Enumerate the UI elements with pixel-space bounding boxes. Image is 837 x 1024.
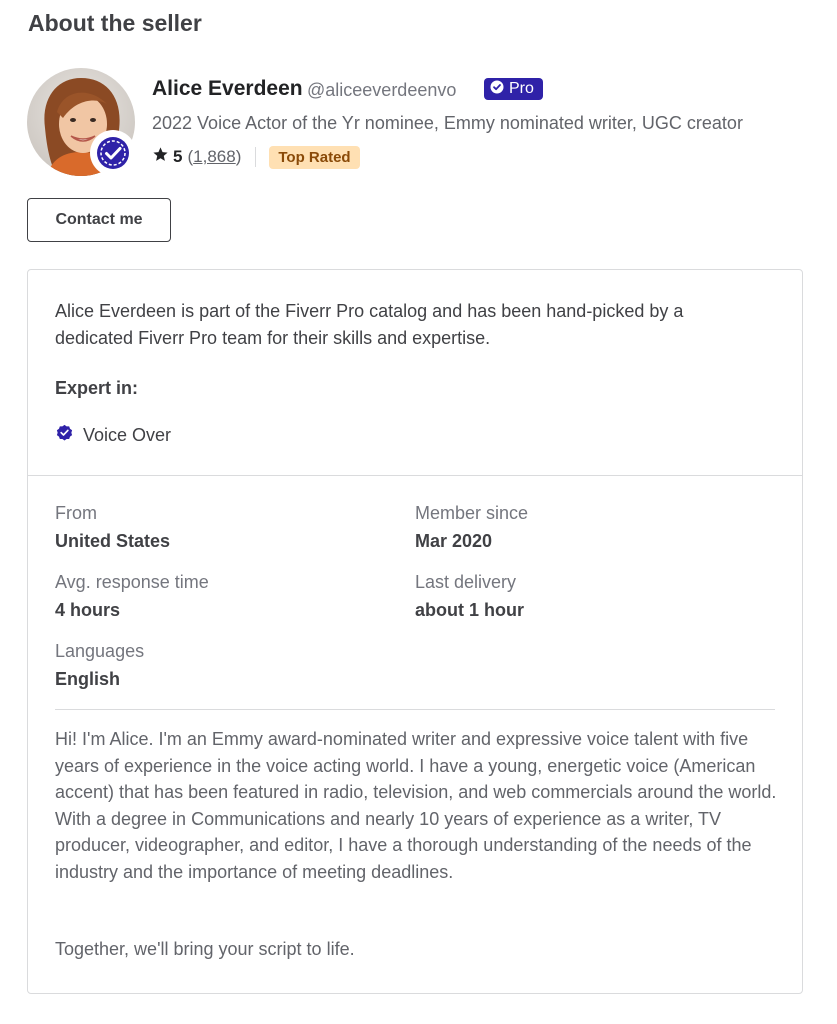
stat-member-label: Member since [415, 503, 529, 523]
seller-handle: @aliceeverdeenvo [307, 80, 457, 100]
seller-tagline: 2022 Voice Actor of the Yr nominee, Emmy… [152, 113, 743, 133]
stat-member-value: Mar 2020 [415, 531, 493, 551]
stat-languages: Languages English [55, 640, 144, 690]
review-count[interactable]: 1,868 [193, 147, 236, 166]
pro-intro-text: Alice Everdeen is part of the Fiverr Pro… [55, 301, 684, 348]
stat-response-time: Avg. response time 4 hours [55, 571, 209, 621]
card-divider [28, 475, 802, 476]
seller-name[interactable]: Alice Everdeen [152, 77, 303, 101]
pro-label: Pro [509, 80, 534, 97]
verified-check-icon [90, 130, 136, 176]
top-rated-badge: Top Rated [269, 145, 360, 169]
stat-last-delivery: Last delivery about 1 hour [415, 571, 524, 621]
stat-from: From United States [55, 502, 170, 552]
stat-delivery-value: about 1 hour [415, 600, 524, 620]
stat-from-label: From [55, 503, 97, 523]
rating-divider [255, 147, 257, 167]
seller-details-card: Alice Everdeen is part of the Fiverr Pro… [27, 269, 803, 994]
stat-languages-value: English [55, 669, 121, 689]
stat-languages-label: Languages [55, 641, 145, 661]
skill-label: Voice Over [83, 424, 172, 445]
stat-from-value: United States [55, 531, 171, 551]
seller-bio: Hi! I'm Alice. I'm an Emmy award-nominat… [55, 729, 777, 882]
stat-delivery-label: Last delivery [415, 572, 517, 592]
bio-divider [55, 709, 775, 710]
stat-response-label: Avg. response time [55, 572, 209, 592]
contact-me-button[interactable]: Contact me [27, 198, 171, 242]
verified-skill-icon [55, 423, 74, 447]
review-count-link[interactable]: (1,868) [187, 147, 241, 167]
section-title: About the seller [28, 10, 202, 36]
stat-member-since: Member since Mar 2020 [415, 502, 528, 552]
rating-score: 5 [173, 147, 183, 166]
pro-check-icon [490, 80, 504, 99]
star-icon [152, 146, 169, 168]
avatar[interactable] [27, 68, 136, 176]
seller-bio-closing: Together, we'll bring your script to lif… [55, 939, 355, 959]
skill-item: Voice Over [55, 423, 171, 447]
stat-response-value: 4 hours [55, 600, 121, 620]
rating-row: 5 (1,868) Top Rated [152, 145, 360, 169]
pro-badge: Pro [484, 78, 543, 100]
expert-in-heading: Expert in: [55, 378, 139, 398]
